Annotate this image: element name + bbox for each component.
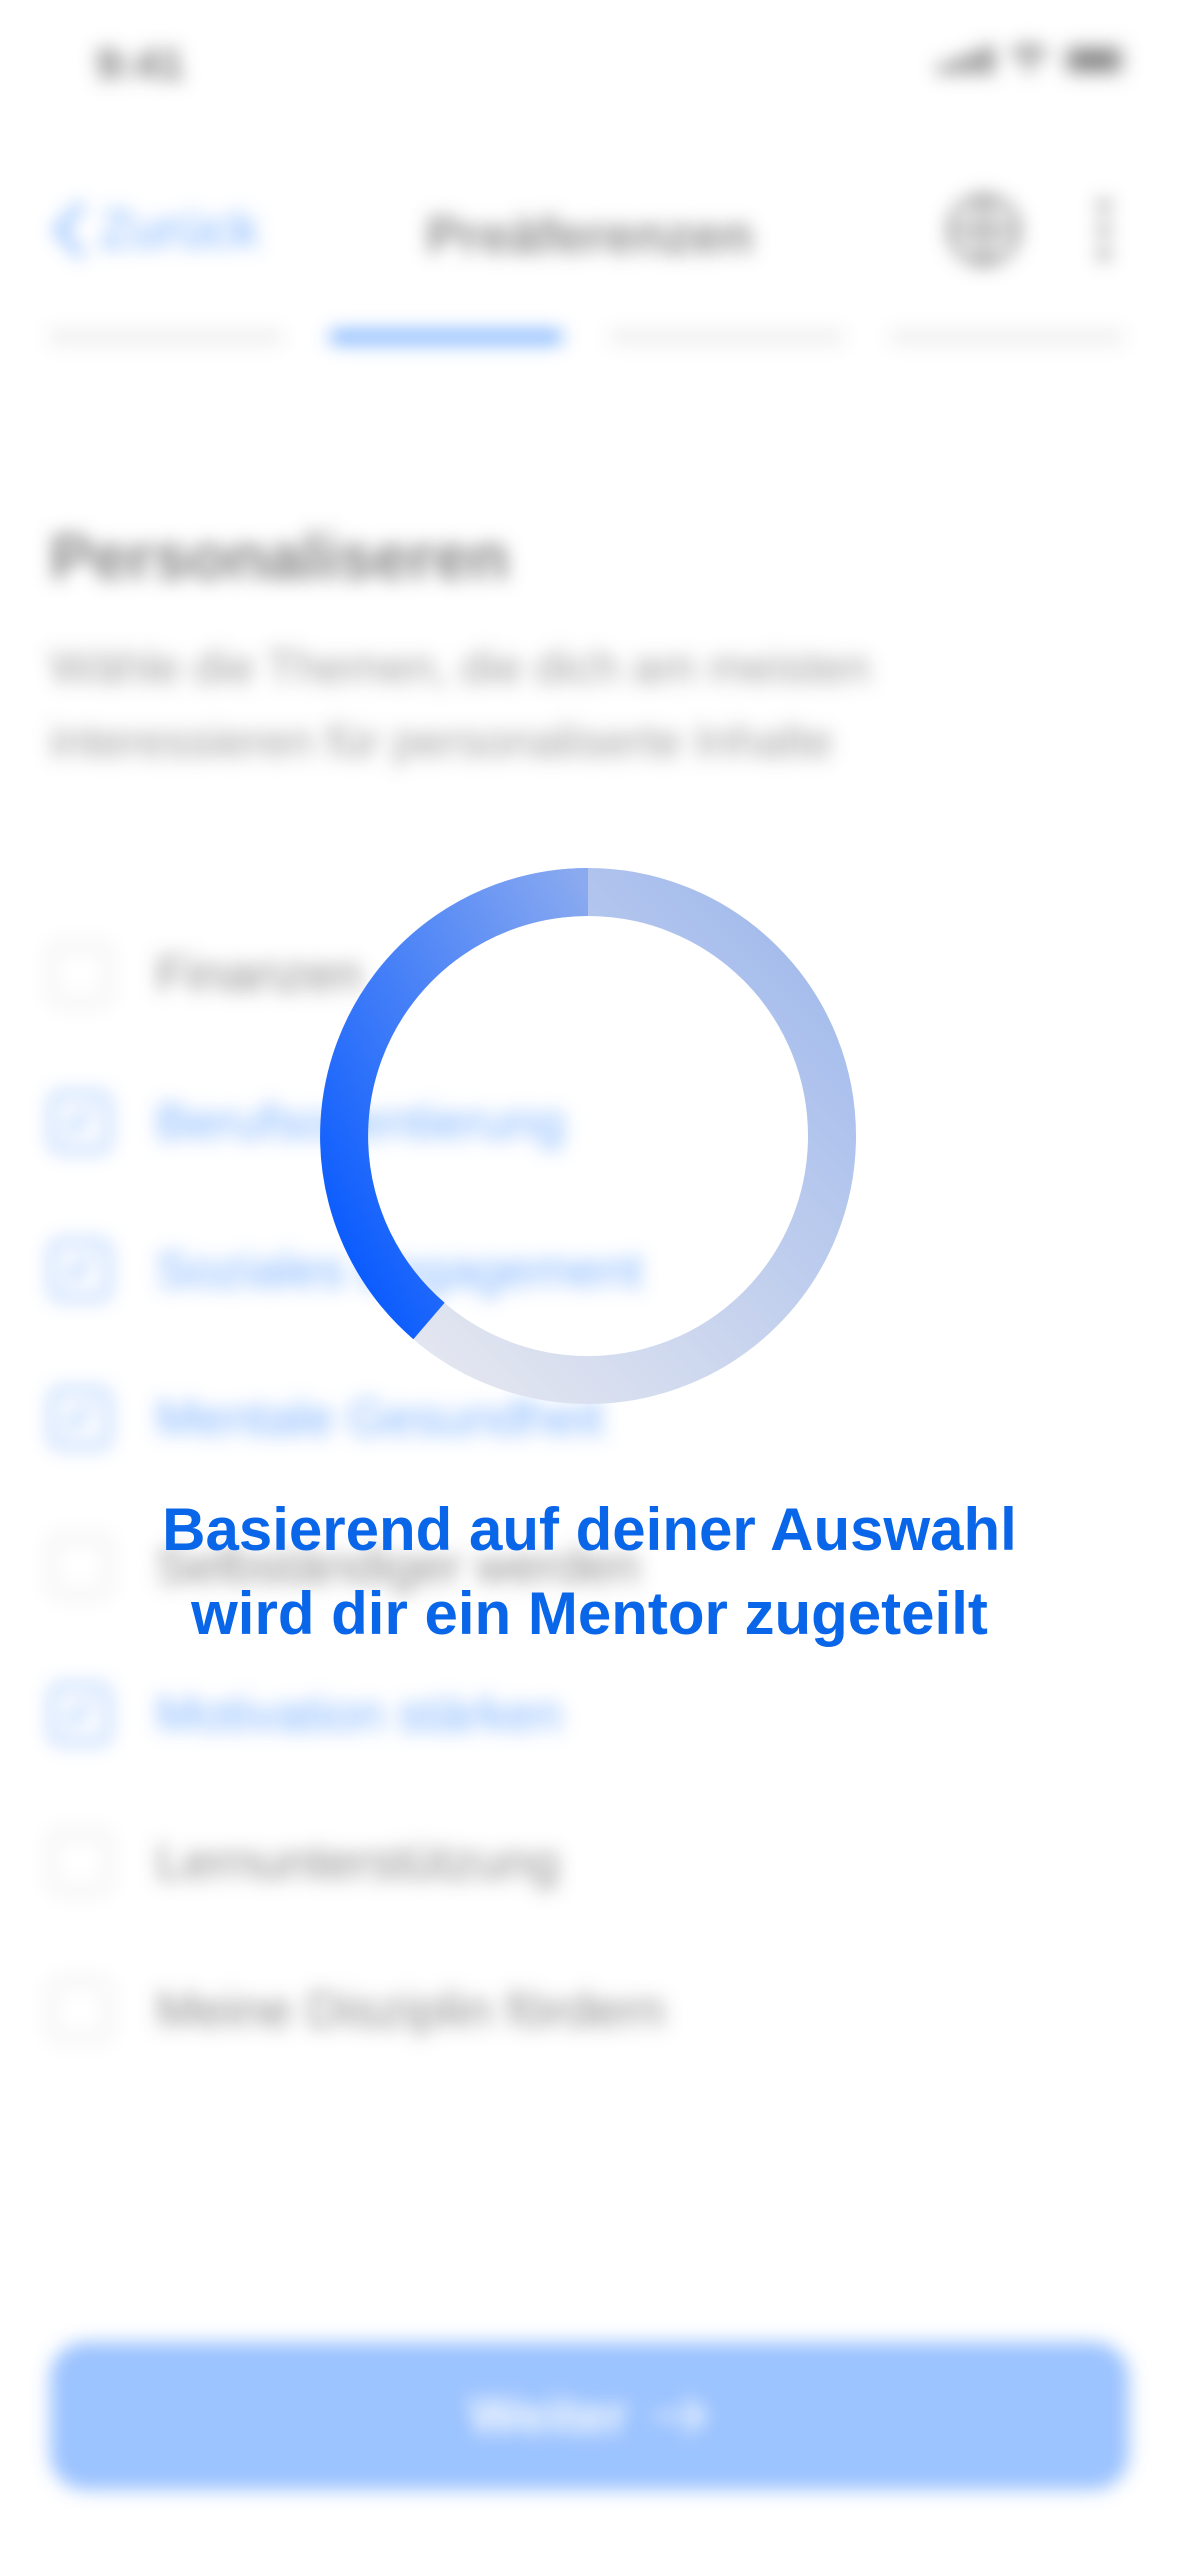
loading-spinner-icon — [320, 868, 856, 1404]
loading-overlay: Basierend auf deiner Auswahl wird dir ei… — [0, 0, 1179, 2556]
loading-message-line-2: wird dir ein Mentor zugeteilt — [191, 1580, 988, 1647]
loading-message-line-1: Basierend auf deiner Auswahl — [162, 1496, 1017, 1563]
loading-message: Basierend auf deiner Auswahl wird dir ei… — [0, 1488, 1179, 1656]
